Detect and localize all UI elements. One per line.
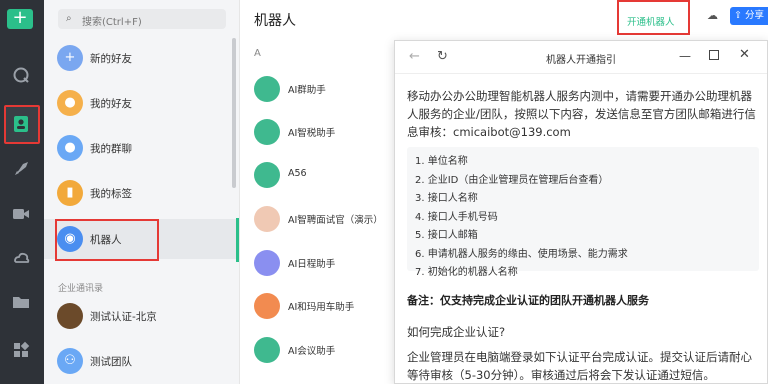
active-indicator [236,218,239,262]
bot-avatar-icon [254,162,280,188]
contact-item-label: 新的好友 [90,53,132,65]
org-item-beijing[interactable]: 测试认证-北京 [44,296,236,336]
bot-avatar-icon [254,293,280,319]
rocket-icon[interactable] [11,160,31,178]
contacts-scrollbar[interactable] [232,38,236,188]
page-title: 机器人 [254,13,296,29]
search-icon: ⌕ [66,13,72,24]
index-letter: A [254,48,261,59]
new-friend-icon: + [57,45,83,71]
bot-avatar-icon [254,250,280,276]
contact-item-label: 我的标签 [90,188,132,200]
tag-icon: ▮ [57,180,83,206]
minimize-icon[interactable]: — [679,49,691,63]
bot-label: AI智聘面试官（演示） [288,215,383,226]
dialog-header: ← ↻ 机器人开通指引 — ✕ [395,41,767,74]
upload-icon[interactable]: ☁ [707,9,723,23]
bot-label: A56 [288,168,307,179]
contact-item-new-friends[interactable]: + 新的好友 [44,38,236,78]
org-item-test-team[interactable]: ⚇ 测试团队 [44,341,236,381]
cloud-icon[interactable] [11,249,31,267]
dialog-note: 备注：仅支持完成企业认证的团队开通机器人服务 [407,294,649,307]
contact-item-label: 我的群聊 [90,143,132,155]
chat-icon[interactable] [11,66,31,84]
org-avatar [57,303,83,329]
bot-avatar-icon [254,206,280,232]
open-robot-label: 开通机器人 [627,17,675,28]
requirement-list: 1. 单位名称 2. 企业ID（由企业管理员在管理后台查看） 3. 接口人名称 … [407,147,759,278]
bot-avatar-icon [254,119,280,145]
bot-avatar-icon [254,337,280,363]
robot-item-highlight [55,219,159,261]
contacts-highlight [4,105,40,144]
search-placeholder: 搜索(Ctrl+F) [82,17,142,28]
requirement-item: 4. 接口人手机号码 [415,211,498,223]
open-robot-button[interactable]: 开通机器人 [617,0,690,35]
bot-item[interactable]: AI智聘面试官（演示） [240,199,400,239]
share-label: 分享 [744,10,764,21]
close-icon[interactable]: ✕ [739,47,750,62]
team-icon: ⚇ [57,348,83,374]
org-item-label: 测试团队 [90,356,132,368]
bot-label: AI和玛用车助手 [288,302,355,313]
dialog-intro: 移动办公办公助理智能机器人服务内测中，请需要开通办公助理机器人服务的企业/团队，… [407,89,756,139]
requirement-item: 7. 初始化的机器人名称 [415,267,518,278]
folder-icon[interactable] [11,293,31,311]
search-input[interactable]: ⌕ 搜索(Ctrl+F) [58,9,226,29]
requirement-item: 5. 接口人邮箱 [415,230,478,241]
maximize-icon[interactable] [709,50,719,60]
faq-answer: 企业管理员在电脑端登录如下认证平台完成认证。提交认证后请耐心等待审核（5-30分… [407,350,752,382]
contact-item-my-tags[interactable]: ▮ 我的标签 [44,173,236,213]
contacts-panel: ⌕ 搜索(Ctrl+F) + 新的好友 ● 我的好友 ● 我的群聊 ▮ 我的标签… [44,0,240,384]
faq-question: 如何完成企业认证? [407,325,506,339]
org-section-title: 企业通讯录 [58,284,104,294]
bot-item[interactable]: A56 [240,155,400,195]
requirement-item: 2. 企业ID（由企业管理员在管理后台查看） [415,174,609,186]
friend-icon: ● [57,90,83,116]
bot-label: AI群助手 [288,85,326,96]
bot-label: AI日程助手 [288,259,336,270]
add-button[interactable]: + [7,9,33,29]
share-button[interactable]: ⇪ 分享 [730,7,768,25]
bot-item[interactable]: AI和玛用车助手 [240,286,400,326]
bot-avatar-icon [254,76,280,102]
group-icon: ● [57,135,83,161]
bot-item[interactable]: AI智税助手 [240,112,400,152]
bot-item[interactable]: AI日程助手 [240,243,400,283]
requirement-item: 3. 接口人名称 [415,193,478,204]
contact-item-my-friends[interactable]: ● 我的好友 [44,83,236,123]
video-icon[interactable] [11,205,31,223]
bot-item[interactable]: AI会议助手 [240,330,400,370]
bot-item[interactable]: AI群助手 [240,69,400,109]
bot-label: AI智税助手 [288,128,336,139]
requirement-item: 6. 申请机器人服务的缘由、使用场景、能力需求 [415,248,628,260]
bot-label: AI会议助手 [288,346,336,357]
robot-guide-dialog: ← ↻ 机器人开通指引 — ✕ 移动办公办公助理智能机器人服务内测中，请需要开通… [394,40,768,384]
org-item-label: 测试认证-北京 [90,311,157,323]
contact-item-my-groups[interactable]: ● 我的群聊 [44,128,236,168]
contact-item-label: 我的好友 [90,98,132,110]
requirement-item: 1. 单位名称 [415,156,468,167]
apps-icon[interactable] [11,341,31,359]
left-rail: + [0,0,44,384]
